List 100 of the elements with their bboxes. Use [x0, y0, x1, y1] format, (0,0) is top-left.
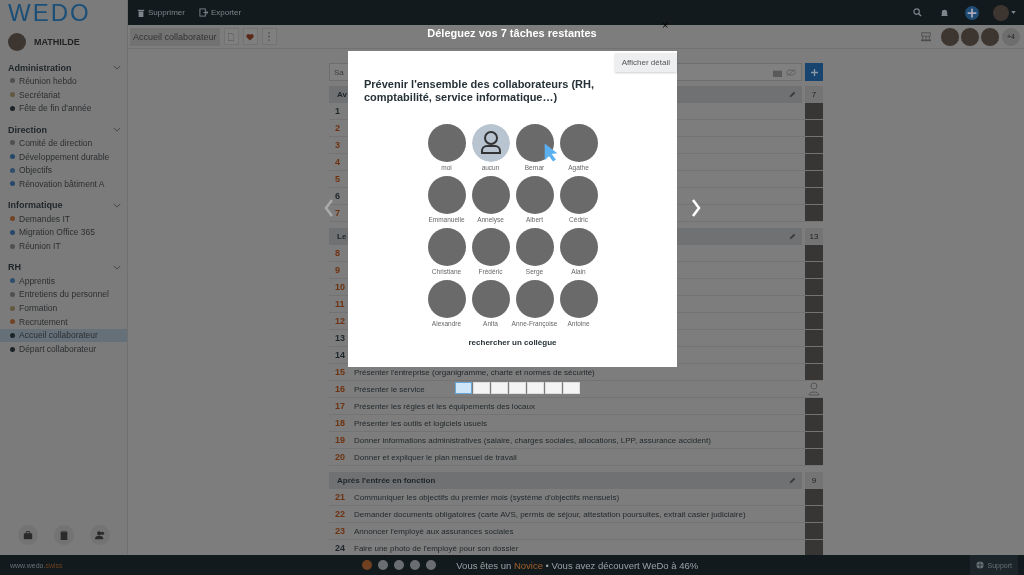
member-avatar[interactable] [980, 26, 1000, 47]
task-number: 24 [335, 543, 346, 553]
sidebar-item[interactable]: Rénovation bâtiment A [0, 177, 127, 191]
task-number: 10 [335, 282, 346, 292]
task-title[interactable]: Annoncer l'employé aux assurances sociales [354, 526, 514, 536]
eye-slash-icon[interactable] [786, 68, 796, 77]
task-title[interactable]: Faire une photo de l'employé pour son dossier [354, 543, 519, 553]
person-outline-icon[interactable] [805, 381, 823, 397]
task-title[interactable]: Communiquer les objectifs du premier mois (système d'objectifs mensuels) [354, 492, 620, 502]
chevron-left-icon[interactable] [324, 199, 334, 217]
close-button[interactable]: × [660, 20, 671, 30]
sidebar-item[interactable]: Accueil collaborateur [0, 328, 127, 343]
clipboard-button[interactable] [53, 525, 74, 545]
more-button[interactable] [261, 28, 277, 45]
people-button[interactable] [89, 525, 110, 545]
task-title[interactable]: Présenter les outils et logiciels usuels [354, 418, 487, 428]
group-title[interactable]: Informatique [8, 200, 63, 211]
briefcase-icon[interactable] [773, 68, 782, 77]
sidebar-item[interactable]: Secrétariat [0, 87, 127, 102]
task-title[interactable]: Présenter le service [354, 384, 425, 394]
task-number: 3 [335, 140, 341, 150]
search-icon[interactable] [913, 8, 922, 17]
task-number: 8 [335, 248, 341, 258]
avatar-photo[interactable] [427, 228, 466, 266]
pencil-icon[interactable] [789, 91, 796, 98]
add-task-button[interactable] [805, 63, 823, 81]
chevron-down-icon[interactable] [113, 202, 121, 208]
task-number: 4 [335, 157, 341, 167]
bell-icon[interactable] [940, 8, 949, 17]
group-title[interactable]: Direction [8, 124, 47, 135]
pencil-icon[interactable] [789, 477, 796, 484]
sidebar-item[interactable]: Fête de fin d'année [0, 101, 127, 116]
task-number: 20 [335, 452, 346, 462]
member-avatar[interactable] [960, 26, 980, 47]
sidebar-item[interactable]: Recrutement [0, 314, 127, 329]
section-header[interactable]: Après l'entrée en fonction [329, 472, 802, 489]
export-button[interactable]: Exporter [195, 8, 245, 17]
task-title[interactable]: Présenter les règles et les équipements des locaux [354, 401, 535, 411]
avatar-photo[interactable] [515, 176, 554, 214]
sidebar-item[interactable]: Objectifs [0, 163, 127, 178]
sidebar-item[interactable]: Comité de direction [0, 136, 127, 150]
member-avatar[interactable] [940, 26, 960, 47]
chevron-down-icon[interactable] [113, 264, 121, 270]
sidebar-item[interactable]: Réunion hebdo [0, 74, 127, 88]
chevron-right-icon[interactable] [691, 199, 701, 217]
avatar-photo[interactable] [427, 176, 466, 214]
sidebar-item[interactable]: Migration Office 365 [0, 225, 127, 240]
task-number: 13 [335, 333, 346, 343]
avatar-photo[interactable] [427, 280, 466, 318]
avatar-photo[interactable] [559, 124, 598, 162]
task-title[interactable]: Demander documents obligatoires (carte AVS, permis de séjour, attestation poursuites, extrait casier judiciaire) [354, 509, 746, 519]
briefcase-button[interactable] [17, 525, 38, 545]
chevron-down-icon[interactable] [113, 127, 121, 133]
user-avatar[interactable] [8, 33, 26, 51]
avatar-photo[interactable] [427, 124, 466, 162]
show-detail-button[interactable]: Afficher détail [614, 53, 677, 72]
sidebar-item[interactable]: Développement durable [0, 149, 127, 164]
task-number: 14 [335, 350, 346, 360]
avatar-photo[interactable] [515, 228, 554, 266]
group-title[interactable]: Administration [8, 62, 72, 73]
caret-icon[interactable] [1011, 11, 1016, 14]
avatar-photo[interactable] [515, 124, 554, 162]
avatar-photo[interactable] [471, 280, 510, 318]
sidebar-item[interactable]: Apprentis [0, 273, 127, 288]
org-chart-icon[interactable] [920, 31, 932, 42]
avatar-photo[interactable] [515, 280, 554, 318]
add-icon[interactable] [965, 5, 979, 20]
person-silhouette-icon[interactable] [471, 124, 510, 162]
avatar-photo[interactable] [559, 176, 598, 214]
task-number: 17 [335, 401, 346, 411]
group-title[interactable]: RH [8, 262, 21, 273]
avatar-photo[interactable] [471, 228, 510, 266]
people-icon [94, 530, 105, 540]
briefcase-icon [22, 530, 33, 540]
plus-icon [810, 68, 818, 76]
task-number: 19 [335, 435, 346, 445]
page-indicator[interactable] [455, 382, 472, 394]
user-name: MATHILDE [34, 37, 80, 47]
sidebar-item[interactable]: Réunion IT [0, 239, 127, 253]
pencil-icon[interactable] [789, 233, 796, 240]
pointer-cursor-icon [544, 142, 558, 163]
delete-button[interactable]: Supprimer [134, 8, 188, 17]
avatar-photo[interactable] [471, 176, 510, 214]
progress-message: Vous êtes un Novice • Vous avez découvert WeDo à 46% [456, 559, 699, 571]
task-title[interactable]: Donner informations administratives (salaire, charges sociales, allocations, LPP, assurance accident) [354, 435, 711, 445]
sidebar-item[interactable]: Départ collaborateur [0, 342, 127, 356]
task-number: 1 [335, 106, 341, 116]
sidebar-item[interactable]: Demandes IT [0, 211, 127, 226]
avatar-photo[interactable] [559, 228, 598, 266]
task-title[interactable]: Donner et expliquer le plan mensuel de travail [354, 452, 517, 462]
modal-heading: Déleguez vos 7 tâches restantes [426, 27, 598, 39]
document-button[interactable] [223, 28, 239, 45]
task-title[interactable]: Présenter l'entreprise (organigramme, charte et normes de sécurité) [354, 367, 595, 377]
search-colleague-link[interactable]: rechercher un collègue [468, 338, 557, 347]
heart-button[interactable] [242, 28, 258, 45]
sidebar-item[interactable]: Formation [0, 301, 127, 315]
sidebar-item[interactable]: Entretiens du personnel [0, 287, 127, 302]
chevron-down-icon[interactable] [113, 65, 121, 70]
avatar-photo[interactable] [559, 280, 598, 318]
trash-icon [137, 8, 145, 17]
